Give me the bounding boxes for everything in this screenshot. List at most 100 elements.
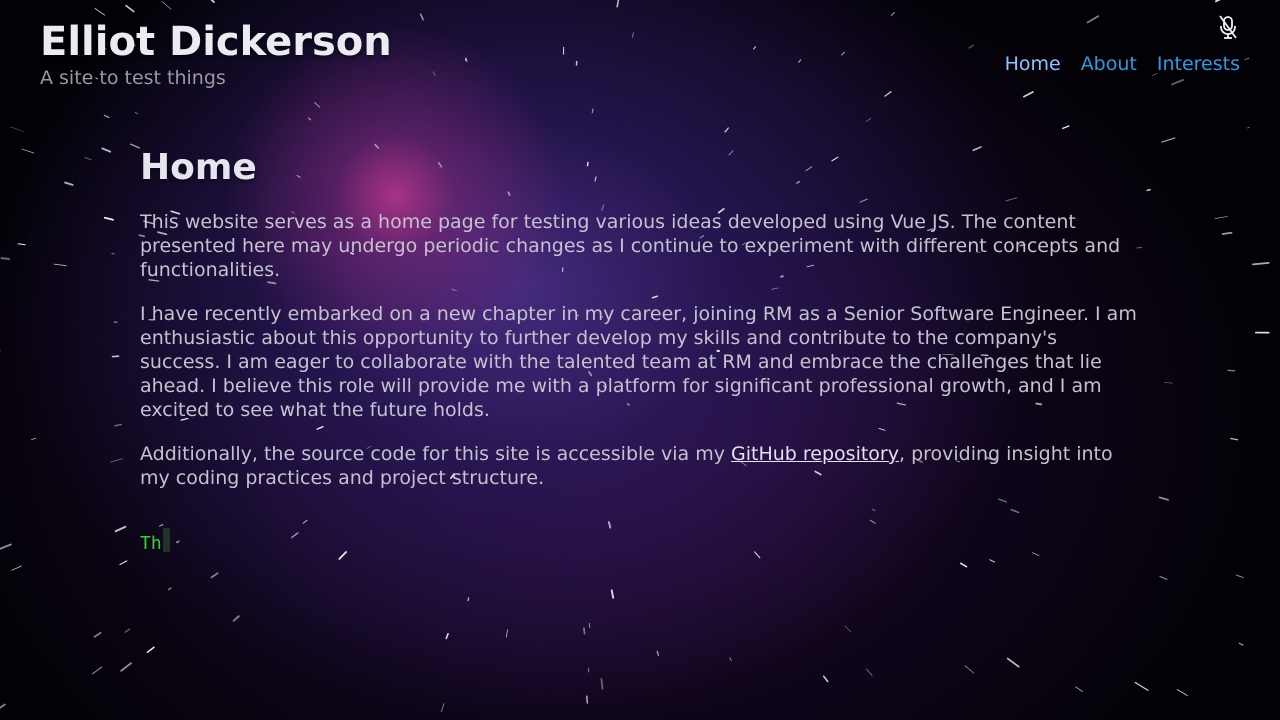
main-nav: Home About Interests [1005,52,1240,76]
site-subtitle: A site to test things [40,67,226,89]
star [119,560,128,566]
page-heading: Home [140,147,257,188]
star [53,263,67,267]
star [467,597,470,602]
star [307,117,312,121]
star [10,126,24,132]
typing-text-content: Th [140,533,162,554]
microphone-off-icon[interactable] [1217,14,1239,40]
star [338,551,348,560]
star [964,665,975,674]
star [1214,216,1228,219]
star [64,181,74,186]
star [1230,437,1239,441]
intro-paragraph: This website serves as a home page for t… [140,211,1121,281]
star [291,532,299,539]
star [159,524,164,527]
star [631,32,635,39]
star [1061,125,1070,130]
star [1244,57,1250,61]
star [103,216,114,221]
star [841,51,846,56]
star [1171,78,1185,86]
star [134,111,139,115]
star [844,625,852,633]
star [505,629,508,638]
star [114,525,127,533]
star [92,666,103,675]
star [959,562,968,568]
star [1235,574,1244,579]
typing-cursor [162,528,170,552]
star [865,668,873,676]
star [103,114,110,119]
star [989,559,995,563]
nav-about-link[interactable]: About [1081,52,1137,76]
star [124,628,131,633]
star [591,108,594,114]
star [0,703,6,709]
star [445,632,449,640]
star [724,127,729,133]
star [114,423,123,427]
star [884,91,892,97]
star [146,646,155,654]
star [161,1,172,10]
source-text-before: Additionally, the source code for this s… [140,443,732,465]
star [302,519,308,524]
star [890,12,895,16]
star [1010,508,1020,514]
star [1146,188,1151,192]
star [968,44,974,49]
star [1238,642,1244,646]
star [1006,657,1020,668]
star [419,13,424,21]
star [232,615,240,622]
star [1075,686,1083,692]
star [1161,137,1176,143]
github-repository-link[interactable]: GitHub repository [731,443,899,465]
star [167,587,172,591]
star [729,657,732,662]
star [1164,382,1173,384]
star [600,678,604,690]
star [175,540,180,544]
star [798,59,802,63]
star [583,627,586,635]
star [1176,689,1188,696]
star [1215,0,1221,3]
star [130,143,140,149]
star [17,243,26,246]
typing-text: Th [140,528,170,560]
star [441,703,445,712]
star [84,156,92,161]
star [607,521,612,529]
star [210,572,219,579]
star [0,257,10,260]
source-paragraph: Additionally, the source code for this s… [140,442,1140,490]
nav-interests-link[interactable]: Interests [1157,52,1240,76]
star [432,71,436,76]
star [93,631,102,638]
star [1158,496,1169,501]
star [94,7,106,16]
star [866,117,872,122]
star [101,147,112,153]
star [869,519,876,524]
nav-home-link[interactable]: Home [1005,52,1061,76]
star [656,650,660,656]
star [31,438,37,440]
site-header: Elliot Dickerson A site to test things [40,18,392,90]
star [1086,15,1100,24]
career-paragraph: I have recently embarked on a new chapte… [140,303,1137,421]
star [822,675,829,683]
star [753,46,756,50]
star [210,0,215,3]
star [125,4,135,13]
star [109,458,124,463]
star [1247,127,1250,129]
star [1032,552,1040,556]
star [616,0,620,8]
star [1252,262,1270,266]
star [0,543,12,550]
